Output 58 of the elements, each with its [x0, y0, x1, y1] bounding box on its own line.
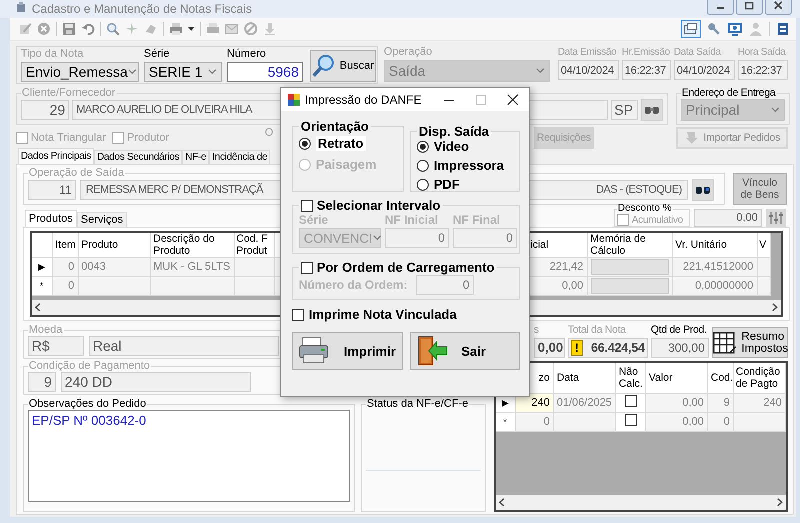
table-cell: 0043: [78, 258, 150, 276]
radio-label: Paisagem: [316, 157, 377, 172]
checkbox-label: Produtor: [127, 132, 170, 144]
table-cell: 221,41512000: [672, 258, 757, 276]
table-cell: 240: [734, 393, 786, 412]
field-label: Tipo da Nota: [21, 48, 85, 61]
row-marker: *: [32, 276, 52, 296]
radio-label: PDF: [434, 177, 460, 192]
group-label: Desconto %: [617, 203, 673, 215]
checkbox-label: Por Ordem de Carregamento: [317, 260, 495, 275]
field-label: NF Final: [453, 213, 502, 227]
checkbox-label: Nota Triangular: [31, 132, 106, 144]
row-marker: ▶: [32, 258, 52, 276]
field-label: Série: [299, 213, 330, 227]
table-cell: 0,00000000: [672, 276, 757, 296]
warning-badge: !: [571, 340, 583, 356]
group-label: Operação de Saída: [28, 167, 126, 179]
table-cell: MUK - GL 5LTS: [150, 258, 234, 276]
table-cell: 0,00: [527, 276, 587, 296]
table-cell: 0: [708, 412, 734, 431]
group-label: Moeda: [28, 324, 64, 336]
field-label: Data Emissão: [558, 46, 618, 59]
group-label: Observações do Pedido: [28, 398, 148, 410]
group-label: Disp. Saída: [418, 124, 490, 139]
field-label: Hr.Emissão: [622, 46, 671, 59]
field-label: Operação: [384, 46, 434, 59]
group-label: Endereço de Entrega: [681, 87, 777, 99]
group-label: Condição de Pagamento: [28, 360, 152, 372]
radio-label: Impressora: [434, 158, 504, 173]
field-label: Hora Saída: [738, 46, 787, 59]
field-label: NF Inicial: [385, 213, 440, 227]
radio-label: Retrato: [316, 136, 366, 151]
group-label: Orientação: [300, 119, 370, 134]
table-cell: 0: [52, 258, 78, 276]
group-label: Status da NF-e/CF-e: [366, 398, 470, 410]
table-cell: 0,00: [646, 412, 708, 431]
radio-label: Video: [434, 139, 470, 154]
row-marker: *: [496, 412, 516, 431]
field-label: Número da Ordem:: [299, 278, 408, 292]
field-label: Série: [144, 48, 171, 61]
table-cell: 0,00: [646, 393, 708, 412]
checkbox-label: Imprime Nota Vinculada: [309, 307, 457, 322]
window-title: Cadastro e Manutenção de Notas Fiscais: [32, 1, 252, 18]
field-label: s: [534, 324, 540, 337]
table-cell: 01/06/2025: [554, 393, 616, 412]
table-cell: 9: [708, 393, 734, 412]
checkbox-label: Selecionar Intervalo: [317, 198, 441, 213]
dialog-title: Impressão do DANFE: [305, 92, 422, 106]
field-label: Qtd de Prod.: [651, 324, 708, 337]
table-cell: 221,42: [527, 258, 587, 276]
group-label: O: [265, 127, 275, 140]
table-cell: 0: [516, 412, 554, 431]
field-label: Total da Nota: [568, 324, 628, 337]
field-label: Número: [227, 48, 268, 61]
table-cell: 0: [52, 276, 78, 296]
checkbox-label: Acumulativo: [632, 214, 684, 226]
group-label: Cliente/Fornecedor: [21, 87, 117, 99]
field-label: Data Saída: [674, 46, 722, 59]
